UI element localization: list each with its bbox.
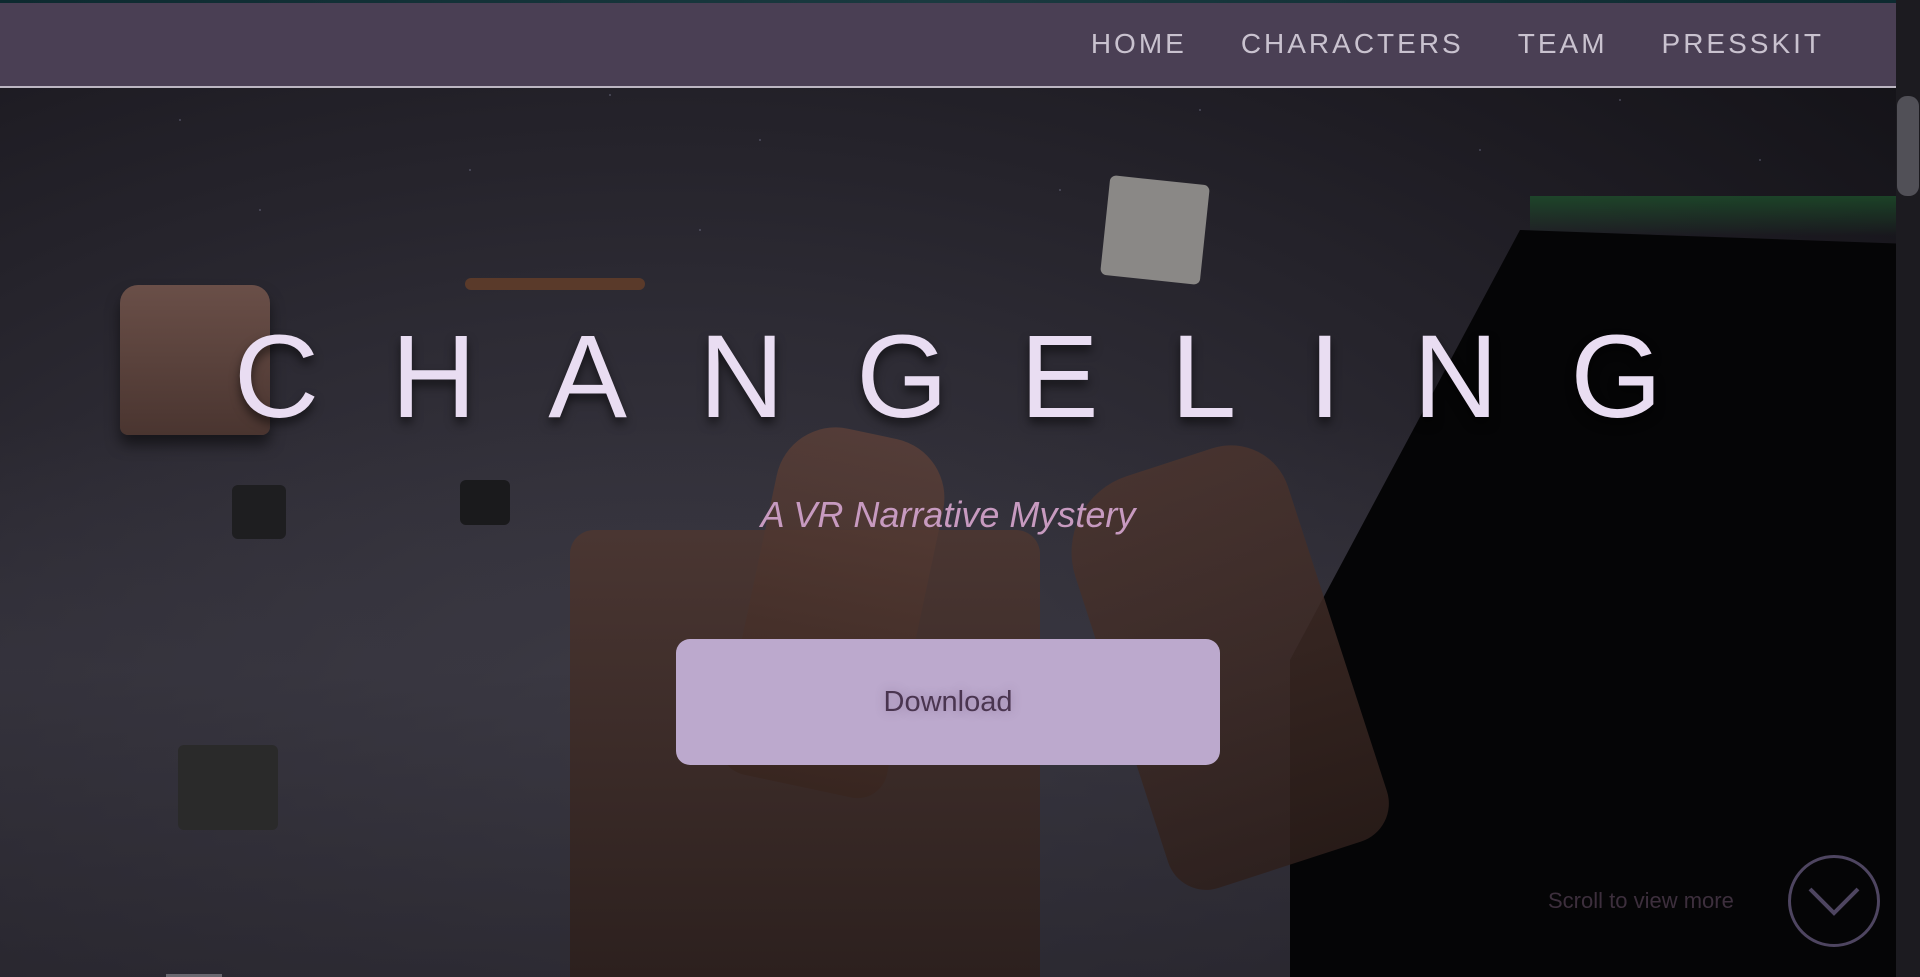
green-edge — [1530, 196, 1896, 236]
scrollbar-thumb[interactable] — [1897, 96, 1919, 196]
nav-link-characters[interactable]: CHARACTERS — [1241, 28, 1464, 60]
hero-background — [0, 0, 1896, 977]
floating-pillow — [1100, 175, 1210, 285]
download-button[interactable]: Download — [676, 639, 1220, 765]
scroll-hint: Scroll to view more — [1548, 888, 1734, 913]
hero-subtitle: A VR Narrative Mystery — [760, 494, 1136, 535]
floating-pillow — [178, 745, 278, 830]
nav-link-home[interactable]: HOME — [1091, 28, 1187, 60]
hero-title: CHANGELING — [233, 311, 1735, 443]
top-navbar: HOME CHARACTERS TEAM PRESSKIT — [0, 0, 1896, 88]
floating-table — [465, 278, 645, 290]
nav-links: HOME CHARACTERS TEAM PRESSKIT — [1091, 0, 1824, 88]
scroll-down-button[interactable] — [1788, 855, 1880, 947]
nav-link-presskit[interactable]: PRESSKIT — [1662, 28, 1824, 60]
chevron-down-icon — [1808, 887, 1860, 916]
nav-link-team[interactable]: TEAM — [1518, 28, 1608, 60]
